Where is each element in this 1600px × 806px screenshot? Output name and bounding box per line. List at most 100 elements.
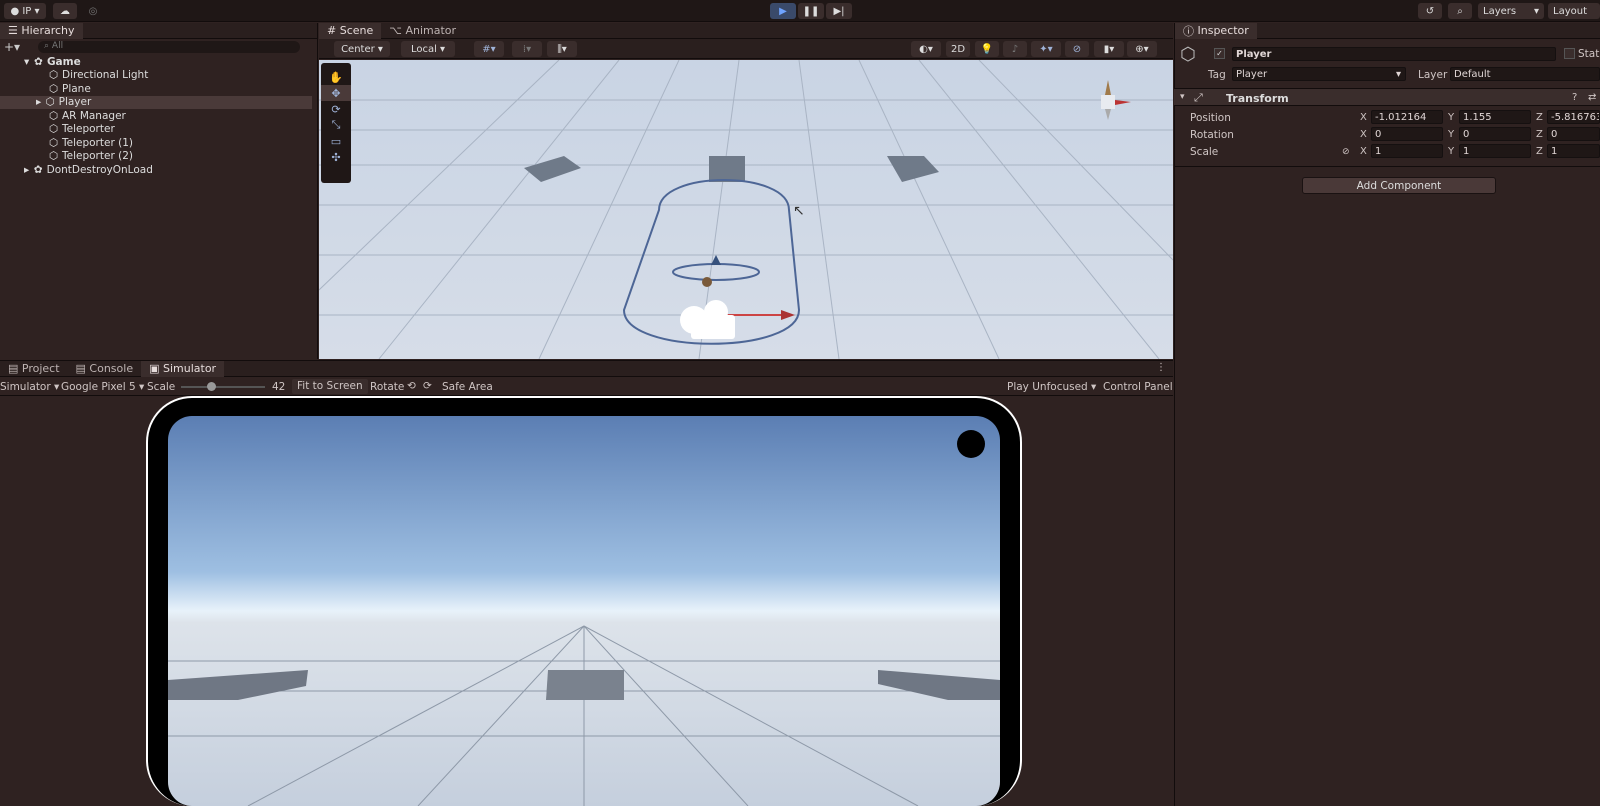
more-options-icon[interactable]: ⋮ <box>1156 362 1166 373</box>
hierarchy-search-input[interactable]: ⌕ All <box>38 41 300 53</box>
tab-console[interactable]: ▤ Console <box>68 361 142 377</box>
scale-x-field[interactable]: 1 <box>1371 144 1443 158</box>
teleporter-center <box>546 670 624 700</box>
collab-icon[interactable]: ◎ <box>83 3 103 19</box>
layers-dropdown[interactable]: Layers ▾ <box>1478 3 1544 19</box>
history-icon[interactable]: ↺ <box>1418 3 1442 19</box>
layout-dropdown[interactable]: Layout <box>1548 3 1600 19</box>
gizmos-icon[interactable]: ⊕▾ <box>1127 41 1157 57</box>
effects-icon[interactable]: ✦▾ <box>1031 41 1061 57</box>
lighting-icon[interactable]: 💡 <box>975 41 999 57</box>
add-component-button[interactable]: Add Component <box>1302 177 1496 194</box>
axis-y-label: Y <box>1448 129 1455 140</box>
transform-tool-icon[interactable]: ✣ <box>321 149 351 165</box>
scale-slider[interactable] <box>181 386 265 388</box>
hierarchy-item-game[interactable]: ▾ ✿ Game <box>0 55 312 69</box>
game-view[interactable] <box>168 416 1000 806</box>
account-icon: ● <box>10 5 23 17</box>
link-icon[interactable]: ⊘ <box>1342 147 1350 157</box>
static-label: Static <box>1578 48 1600 60</box>
grid-snap-icon[interactable]: #▾ <box>474 41 504 57</box>
axis-z-label: Z <box>1536 146 1543 157</box>
shading-dropdown[interactable]: ◐▾ <box>911 41 941 57</box>
axis-z-label: Z <box>1536 129 1543 140</box>
hierarchy-item-directional-light[interactable]: ⬡ Directional Light <box>0 69 312 83</box>
play-mode-dropdown[interactable]: Play Unfocused ▾ <box>1007 381 1096 393</box>
view-mode-dropdown[interactable]: Simulator ▾ <box>0 381 59 393</box>
tab-animator[interactable]: ⌥ Animator <box>381 23 464 39</box>
gameobject-icon: ⬡ <box>45 96 55 109</box>
scene-panel: # Scene ⌥ Animator Center ▾ Local ▾ #▾ ⁞… <box>319 22 1173 359</box>
rotate-right-icon[interactable]: ⟳ <box>423 380 432 392</box>
rotation-x-field[interactable]: 0 <box>1371 127 1443 141</box>
active-checkbox[interactable]: ✓ <box>1214 48 1225 59</box>
foldout-arrow-icon[interactable]: ▾ <box>1180 92 1185 102</box>
rotate-tool-icon[interactable]: ⟳ <box>321 101 351 117</box>
gameobject-icon: ⬡ <box>48 69 59 82</box>
tab-inspector[interactable]: ⓘ Inspector <box>1175 22 1257 39</box>
tag-dropdown[interactable]: Player ▾ <box>1232 67 1406 81</box>
rotate-left-icon[interactable]: ⟲ <box>407 380 416 392</box>
hierarchy-item-ar-manager[interactable]: ⬡ AR Manager <box>0 109 312 123</box>
account-dropdown[interactable]: ● IP ▾ <box>4 3 46 19</box>
space-dropdown[interactable]: Local ▾ <box>401 41 455 57</box>
hierarchy-item-player[interactable]: ▸ ⬡ Player <box>0 95 312 109</box>
rotate-label: Rotate <box>370 381 405 393</box>
scale-z-field[interactable]: 1 <box>1547 144 1600 158</box>
tab-project[interactable]: ▤ Project <box>0 361 68 377</box>
gameobject-icon: ⬡ <box>48 109 59 122</box>
layer-dropdown[interactable]: Default <box>1450 67 1600 81</box>
snap-icon[interactable]: ⁞▾ <box>512 41 542 57</box>
simulator-toolbar: Simulator ▾ Google Pixel 5 ▾ Scale 42 Fi… <box>0 378 1173 396</box>
gameobject-icon: ⬡ <box>48 150 59 163</box>
tab-simulator[interactable]: ▣ Simulator <box>141 360 225 377</box>
search-icon[interactable]: ⌕ <box>1448 3 1472 19</box>
settings-icon[interactable]: ⇄ <box>1588 92 1596 103</box>
position-z-field[interactable]: -5.816763 <box>1547 110 1600 124</box>
tab-hierarchy[interactable]: ☰ Hierarchy <box>0 22 83 39</box>
object-name-field[interactable]: Player <box>1232 47 1556 61</box>
hand-tool-icon[interactable]: ✋ <box>321 69 351 85</box>
add-icon[interactable]: +▾ <box>4 40 20 54</box>
rotation-y-field[interactable]: 0 <box>1459 127 1531 141</box>
help-icon[interactable]: ? <box>1572 92 1577 103</box>
hierarchy-panel: ☰ Hierarchy +▾ ⌕ All ▾ ✿ Game ⬡ Directiona… <box>0 22 318 359</box>
scene-viewport[interactable] <box>319 60 1173 359</box>
rect-tool-icon[interactable]: ▭ <box>321 133 351 149</box>
scale-y-field[interactable]: 1 <box>1459 144 1531 158</box>
control-panel-button[interactable]: Control Panel <box>1103 381 1173 393</box>
device-dropdown[interactable]: Google Pixel 5 ▾ <box>61 381 144 393</box>
position-y-field[interactable]: 1.155 <box>1459 110 1531 124</box>
move-tool-icon[interactable]: ✥ <box>321 85 351 101</box>
hierarchy-item-teleporter-2[interactable]: ⬡ Teleporter (2) <box>0 150 312 164</box>
tab-scene[interactable]: # Scene <box>319 22 382 39</box>
cloud-icon[interactable]: ☁ <box>53 3 77 19</box>
scale-tool-icon[interactable]: ⤡ <box>321 117 351 133</box>
increment-snap-icon[interactable]: ⫼▾ <box>547 41 577 57</box>
hidden-objects-icon[interactable]: ⊘ <box>1065 41 1089 57</box>
axis-z-label: Z <box>1536 112 1543 123</box>
pivot-dropdown[interactable]: Center ▾ <box>334 41 390 57</box>
audio-icon[interactable]: ♪ <box>1003 41 1027 57</box>
gameobject-icon: ⬡ <box>48 136 59 149</box>
play-button[interactable]: ▶ <box>770 3 796 19</box>
pause-button[interactable]: ❚❚ <box>798 3 824 19</box>
camera-icon[interactable]: ▮▾ <box>1094 41 1124 57</box>
hierarchy-item-dontdestroyonload[interactable]: ▸ ✿ DontDestroyOnLoad <box>0 163 312 177</box>
step-button[interactable]: ▶| <box>826 3 852 19</box>
static-checkbox[interactable] <box>1564 48 1575 59</box>
transform-icon: ⤢ <box>1194 91 1203 104</box>
scale-label: Scale <box>1190 146 1219 158</box>
hierarchy-item-teleporter[interactable]: ⬡ Teleporter <box>0 123 312 137</box>
mouse-cursor-icon: ↖ <box>793 203 805 219</box>
toggle-2d-button[interactable]: 2D <box>946 41 970 57</box>
top-toolbar: ● IP ▾ ☁ ◎ ▶ ❚❚ ▶| ↺ ⌕ Layers ▾ Layout <box>0 0 1600 22</box>
hierarchy-item-teleporter-1[interactable]: ⬡ Teleporter (1) <box>0 136 312 150</box>
fit-to-screen-button[interactable]: Fit to Screen <box>292 379 368 394</box>
safe-area-toggle[interactable]: Safe Area <box>442 381 493 393</box>
position-x-field[interactable]: -1.012164 <box>1371 110 1443 124</box>
scale-slider-thumb[interactable] <box>207 382 216 391</box>
hierarchy-item-plane[interactable]: ⬡ Plane <box>0 82 312 96</box>
scale-value: 42 <box>272 381 286 393</box>
rotation-z-field[interactable]: 0 <box>1547 127 1600 141</box>
